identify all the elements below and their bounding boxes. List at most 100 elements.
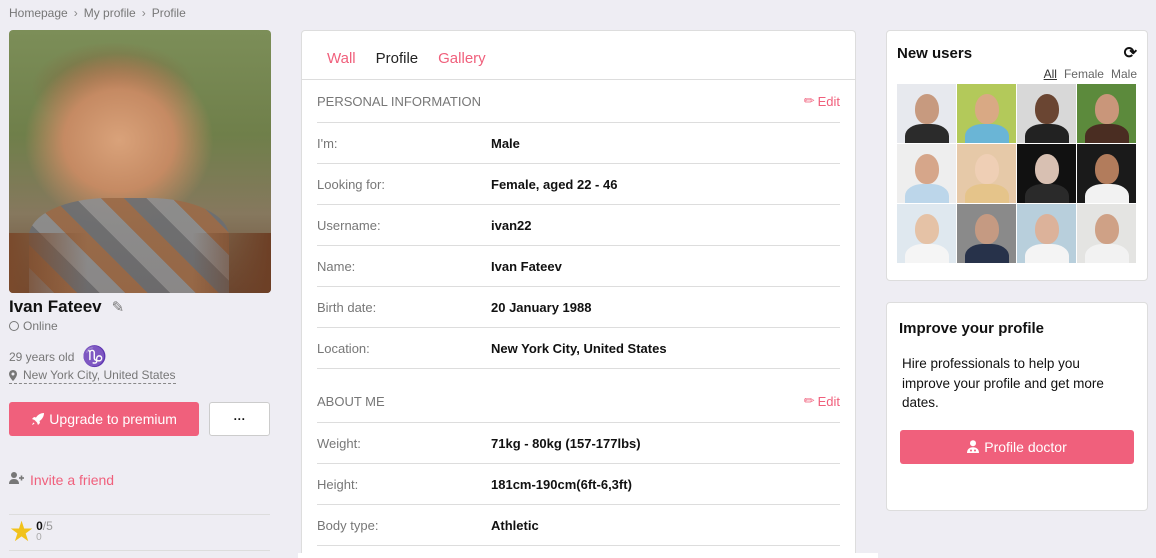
gender-filters: All Female Male [897,67,1137,81]
info-label: I'm: [317,135,338,151]
edit-personal-info-button[interactable]: ✏ Edit [804,93,840,109]
about-me-section: ABOUT ME ✏ Edit Weight: 71kg - 80kg (157-… [302,380,855,546]
info-value: 181cm-190cm(6ft-6,3ft) [491,476,632,492]
tab-wall[interactable]: Wall [327,50,356,67]
new-users-title: New users [897,44,973,62]
info-row: Body type: Athletic [317,505,840,546]
age-text: 29 years old [9,350,75,364]
user-plus-icon [9,472,24,487]
profile-photo[interactable] [9,30,271,293]
new-user-thumbnail[interactable] [957,84,1016,143]
thumbnail-face [1035,94,1059,124]
info-label: Location: [317,340,370,356]
star-icon[interactable]: ★ [9,518,34,546]
profile-doctor-button[interactable]: Profile doctor [900,429,1134,464]
section-title: ABOUT ME [317,393,385,409]
rating-text: 0/5 0 [36,520,53,543]
breadcrumb-homepage[interactable]: Homepage [9,6,68,20]
action-buttons: Upgrade to premium ··· [9,401,270,436]
rating-block: ★ 0/5 0 [9,513,270,551]
new-users-grid [897,84,1137,263]
new-user-thumbnail[interactable] [1017,84,1076,143]
tab-gallery[interactable]: Gallery [438,50,486,67]
pencil-icon: ✏ [803,393,815,408]
new-user-thumbnail[interactable] [957,144,1016,203]
thumbnail-face [975,154,999,184]
info-value: Ivan Fateev [491,258,562,274]
thumbnail-face [1095,214,1119,244]
profile-name: Ivan Fateev [9,297,102,316]
thumbnail-body [1085,124,1129,143]
info-value: Male [491,135,520,151]
info-value: 20 January 1988 [491,299,592,315]
refresh-icon[interactable]: ⟳ [1124,43,1137,63]
info-row: I'm: Male [317,123,840,164]
thumbnail-body [1025,244,1069,263]
profile-tabs: Wall Profile Gallery [302,31,855,80]
thumbnail-body [1025,184,1069,203]
upgrade-premium-button[interactable]: Upgrade to premium [9,401,200,436]
thumbnail-face [975,214,999,244]
info-row: Looking for: Female, aged 22 - 46 [317,164,840,205]
info-row: Username: ivan22 [317,205,840,246]
thumbnail-body [905,124,949,143]
breadcrumb-separator: › [73,6,78,20]
filter-female[interactable]: Female [1064,67,1104,81]
breadcrumb-separator: › [141,6,146,20]
capricorn-zodiac-icon: ♑ [82,346,108,368]
new-user-thumbnail[interactable] [897,204,956,263]
thumbnail-face [1035,214,1059,244]
thumbnail-body [1085,184,1129,203]
edit-pencil-icon[interactable]: ✎ [112,298,125,316]
thumbnail-body [1025,124,1069,143]
online-status: Online [9,319,270,333]
new-user-thumbnail[interactable] [897,84,956,143]
profile-details-panel: Wall Profile Gallery PERSONAL INFORMATIO… [301,30,856,558]
new-user-thumbnail[interactable] [897,144,956,203]
thumbnail-face [1035,154,1059,184]
panel-bottom-strip [298,553,878,558]
info-label: Weight: [317,435,361,451]
thumbnail-body [905,244,949,263]
info-value: New York City, United States [491,340,667,356]
tab-profile[interactable]: Profile [376,50,419,67]
breadcrumb-my-profile[interactable]: My profile [84,6,136,20]
edit-about-me-button[interactable]: ✏ Edit [804,393,840,409]
location-link[interactable]: New York City, United States [9,368,176,384]
improve-text: Hire professionals to help you improve y… [902,356,1104,411]
clock-icon [9,321,19,331]
new-user-thumbnail[interactable] [1017,204,1076,263]
thumbnail-body [965,244,1009,263]
new-user-thumbnail[interactable] [1017,144,1076,203]
thumbnail-face [915,214,939,244]
new-user-thumbnail[interactable] [1077,84,1136,143]
edit-label: Edit [817,93,840,109]
upgrade-label: Upgrade to premium [49,410,177,427]
new-user-thumbnail[interactable] [957,204,1016,263]
invite-friend-link[interactable]: Invite a friend [9,472,270,488]
section-title: PERSONAL INFORMATION [317,93,481,109]
info-label: Height: [317,476,359,492]
filter-all[interactable]: All [1044,67,1057,81]
new-user-thumbnail[interactable] [1077,204,1136,263]
rating-max: /5 [42,519,53,534]
info-value: Athletic [491,517,539,533]
filter-male[interactable]: Male [1111,67,1137,81]
more-options-button[interactable]: ··· [209,401,270,436]
improve-title: Improve your profile [899,320,1045,337]
rating-count: 0 [36,532,42,544]
info-label: Body type: [317,517,379,533]
location-text: New York City, United States [23,368,176,382]
thumbnail-body [1085,244,1129,263]
new-users-header: New users ⟳ [897,43,1137,63]
personal-information-section: PERSONAL INFORMATION ✏ Edit I'm: Male Loo… [302,80,855,369]
thumbnail-body [905,184,949,203]
thumbnail-body [965,184,1009,203]
new-users-card: New users ⟳ All Female Male [886,30,1148,281]
new-user-thumbnail[interactable] [1077,144,1136,203]
info-value: ivan22 [491,217,532,233]
breadcrumb: Homepage › My profile › Profile [9,6,186,20]
breadcrumb-current: Profile [151,6,186,20]
info-value: Female, aged 22 - 46 [491,176,618,192]
rocket-icon [32,412,45,425]
